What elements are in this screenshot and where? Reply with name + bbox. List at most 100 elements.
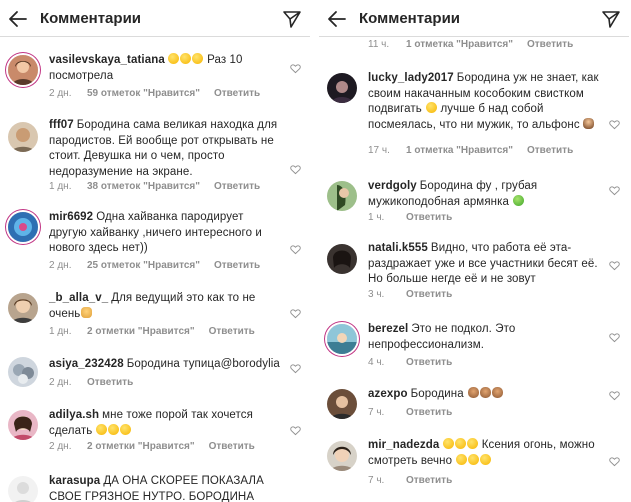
paper-plane-icon[interactable]: [282, 9, 302, 29]
heart-outline-icon[interactable]: [609, 332, 620, 343]
reply-button[interactable]: Ответить: [209, 441, 255, 452]
avatar[interactable]: [8, 122, 38, 152]
avatar[interactable]: [8, 410, 38, 440]
fist-emoji-icon: [80, 306, 92, 318]
comment-text: natali.k555 Видно, что работа её эта- раз…: [368, 241, 601, 288]
comment-time: 2 дн.: [49, 88, 72, 99]
reply-button[interactable]: Ответить: [406, 212, 452, 223]
comment-username[interactable]: adilya.sh: [49, 409, 99, 421]
reply-button[interactable]: Ответить: [527, 145, 573, 156]
avatar[interactable]: [8, 476, 38, 502]
likes-count[interactable]: 38 отметок "Нравится": [87, 181, 200, 192]
heart-outline-icon[interactable]: [290, 425, 301, 436]
comment-text: karasupa ДА ОНА СКОРЕЕ ПОКАЗАЛА СВОЕ ГРЯЗ…: [49, 474, 282, 502]
heart-outline-icon[interactable]: [290, 164, 301, 175]
reply-button[interactable]: Ответить: [406, 289, 452, 300]
heart-outline-icon[interactable]: [609, 390, 620, 401]
comment-text: berezel Это не подкол. Это непрофессионал…: [368, 322, 601, 353]
heart-outline-icon[interactable]: [290, 63, 301, 74]
likes-count[interactable]: 2 отметки "Нравится": [87, 441, 195, 452]
header: Комментарии: [319, 0, 629, 37]
reply-button[interactable]: Ответить: [214, 88, 260, 99]
comment-meta: 11 ч. 1 отметка "Нравится" Ответить: [368, 39, 573, 50]
arrow-left-icon[interactable]: [327, 9, 347, 29]
smile-emoji-icon: [180, 53, 192, 64]
monkey-emoji-icon: [467, 387, 479, 398]
comment-time: 11 ч.: [368, 39, 390, 50]
comment-time: 17 ч.: [368, 145, 390, 156]
monkey-emoji-icon: [479, 387, 491, 398]
comment-username[interactable]: natali.k555: [368, 242, 428, 254]
comment-username[interactable]: mir_nadezda: [368, 439, 439, 451]
comment-body: Бородина: [410, 388, 464, 400]
heart-outline-icon[interactable]: [609, 185, 620, 196]
comment-time: 7 ч.: [368, 407, 385, 418]
reply-button[interactable]: Ответить: [527, 39, 573, 50]
likes-count[interactable]: 2 отметки "Нравится": [87, 326, 195, 337]
smile-emoji-icon: [96, 423, 108, 435]
comment-text: asiya_232428 Бородина тупица@borodylia: [49, 357, 282, 373]
comment-text: azexpo Бородина: [368, 387, 601, 403]
reply-button[interactable]: Ответить: [406, 475, 452, 486]
comment-username[interactable]: _b_alla_v_: [49, 292, 108, 304]
avatar[interactable]: [8, 55, 38, 85]
heart-outline-icon[interactable]: [609, 456, 620, 467]
heart-outline-icon[interactable]: [609, 260, 620, 271]
reply-button[interactable]: Ответить: [406, 357, 452, 368]
avatar[interactable]: [327, 441, 357, 471]
comment-username[interactable]: vasilevskaya_tatiana: [49, 54, 165, 66]
comment-text: lucky_lady2017 Бородина уж не знает, как …: [368, 71, 601, 133]
comment-meta: 2 дн. Ответить: [49, 377, 133, 388]
comment-text: mir_nadezda Ксения огонь, можно смотреть…: [368, 438, 601, 469]
monkey-emoji-icon: [491, 387, 503, 398]
comment-username[interactable]: mir6692: [49, 211, 93, 223]
comment-username[interactable]: verdgoly: [368, 180, 417, 192]
comment-time: 2 дн.: [49, 260, 72, 271]
likes-count[interactable]: 59 отметок "Нравится": [87, 88, 200, 99]
heart-outline-icon[interactable]: [290, 308, 301, 319]
comment-text: mir6692 Одна хайванка пародирует другую х…: [49, 210, 282, 257]
avatar[interactable]: [327, 73, 357, 103]
comment-text: verdgoly Бородина фу , грубая мужикоподоб…: [368, 179, 601, 210]
reply-button[interactable]: Ответить: [209, 326, 255, 337]
heart-outline-icon[interactable]: [290, 244, 301, 255]
avatar[interactable]: [8, 293, 38, 323]
screenshot-pair: Комментарии vasilevskaya_tatiana Раз 10 …: [0, 0, 631, 502]
smile-emoji-icon: [442, 438, 454, 449]
comment-time: 4 ч.: [368, 357, 385, 368]
comment-username[interactable]: asiya_232428: [49, 358, 124, 370]
comment-time: 2 дн.: [49, 377, 72, 388]
avatar[interactable]: [8, 212, 38, 242]
comment-username[interactable]: lucky_lady2017: [368, 72, 454, 84]
likes-count[interactable]: 1 отметка "Нравится": [406, 145, 513, 156]
avatar[interactable]: [327, 181, 357, 211]
comment-meta: 4 ч. Ответить: [368, 357, 452, 368]
reply-button[interactable]: Ответить: [406, 407, 452, 418]
smile-emoji-icon: [454, 438, 466, 449]
comment-username[interactable]: fff07: [49, 119, 74, 131]
avatar[interactable]: [327, 244, 357, 274]
reply-button[interactable]: Ответить: [214, 260, 260, 271]
arrow-left-icon[interactable]: [8, 9, 28, 29]
avatar[interactable]: [327, 324, 357, 354]
comment-time: 1 дн.: [49, 181, 72, 192]
heart-outline-icon[interactable]: [609, 119, 620, 130]
reply-button[interactable]: Ответить: [214, 181, 260, 192]
smile-emoji-icon: [168, 53, 180, 64]
comment-text: vasilevskaya_tatiana Раз 10 посмотрела: [49, 53, 282, 84]
comment-username[interactable]: karasupa: [49, 475, 100, 487]
heart-outline-icon[interactable]: [290, 363, 301, 374]
likes-count[interactable]: 25 отметок "Нравится": [87, 260, 200, 271]
comment-text: adilya.sh мне тоже порой так хочется сдел…: [49, 408, 282, 439]
header: Комментарии: [0, 0, 310, 37]
comment-username[interactable]: berezel: [368, 323, 408, 335]
paper-plane-icon[interactable]: [601, 9, 621, 29]
comment-text: fff07 Бородина сама великая находка для п…: [49, 118, 282, 180]
comment-body: Бородина тупица@borodylia: [126, 358, 280, 370]
likes-count[interactable]: 1 отметка "Нравится": [406, 39, 513, 50]
smile-emoji-icon: [192, 53, 204, 64]
comment-username[interactable]: azexpo: [368, 388, 408, 400]
avatar[interactable]: [327, 389, 357, 419]
reply-button[interactable]: Ответить: [87, 377, 133, 388]
avatar[interactable]: [8, 357, 38, 387]
